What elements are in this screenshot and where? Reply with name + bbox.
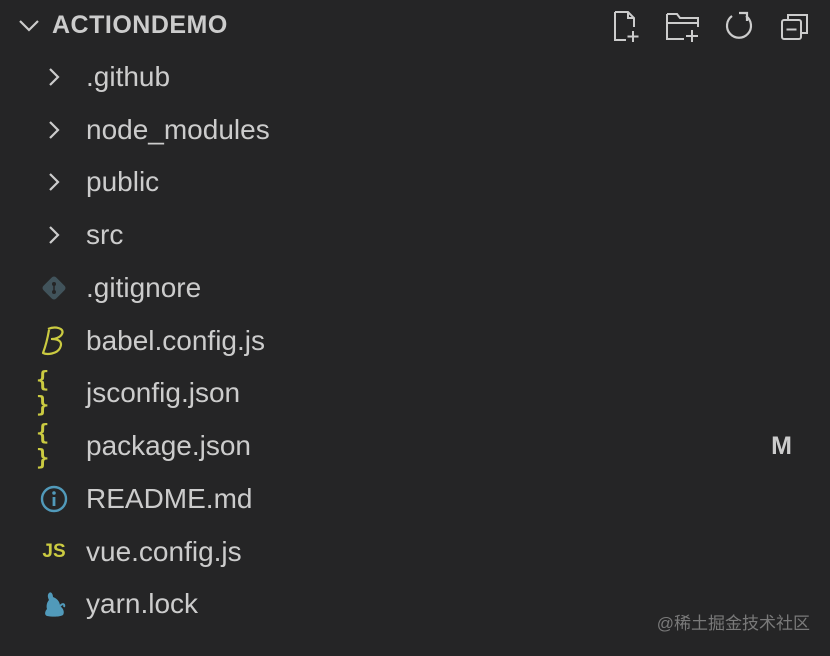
git-icon	[36, 271, 72, 305]
json-icon: { }	[36, 368, 72, 418]
yarn-icon	[36, 587, 72, 621]
tree-item-label: vue.config.js	[86, 536, 242, 567]
chevron-right-icon[interactable]	[36, 165, 72, 199]
json-icon: { }	[36, 421, 72, 471]
tree-item-jsconfig[interactable]: { } jsconfig.json	[0, 367, 830, 419]
js-icon: JS	[36, 535, 72, 569]
json-glyph: { }	[36, 368, 49, 418]
new-file-icon[interactable]	[607, 7, 645, 45]
tree-item-label: node_modules	[86, 114, 270, 145]
tree-item-label: jsconfig.json	[86, 377, 241, 408]
tree-item-label: README.md	[86, 483, 253, 514]
tree-item-label: .gitignore	[86, 272, 202, 303]
tree-item-label: yarn.lock	[86, 588, 199, 619]
chevron-down-icon[interactable]	[16, 13, 42, 39]
tree-item-public[interactable]: public	[0, 156, 830, 208]
git-modified-badge: M	[771, 432, 792, 460]
tree-item-package-json[interactable]: { } package.json M	[0, 420, 830, 472]
babel-icon	[36, 324, 72, 358]
tree-item-label: public	[86, 166, 160, 197]
tree-item-babel-config[interactable]: babel.config.js	[0, 315, 830, 367]
info-icon	[36, 482, 72, 516]
collapse-all-icon[interactable]	[776, 7, 814, 45]
explorer-header[interactable]: ACTIONDEMO	[0, 0, 830, 52]
tree-item-gitignore[interactable]: .gitignore	[0, 262, 830, 314]
tree-item-label: package.json	[86, 430, 252, 461]
chevron-right-icon[interactable]	[36, 113, 72, 147]
tree-item-readme[interactable]: README.md	[0, 473, 830, 525]
chevron-right-icon[interactable]	[36, 218, 72, 252]
js-glyph: JS	[42, 541, 66, 562]
tree-item-node-modules[interactable]: node_modules	[0, 104, 830, 156]
tree-item-label: src	[86, 219, 124, 250]
chevron-right-icon[interactable]	[36, 60, 72, 94]
explorer-title: ACTIONDEMO	[52, 11, 228, 39]
json-glyph: { }	[36, 421, 49, 471]
tree-item-label: babel.config.js	[86, 325, 266, 356]
tree-item-src[interactable]: src	[0, 209, 830, 261]
tree-item-vue-config[interactable]: JS vue.config.js	[0, 526, 830, 578]
tree-item-label: .github	[86, 61, 171, 92]
tree-item-github[interactable]: .github	[0, 51, 830, 103]
watermark: @稀土掘金技术社区	[656, 614, 810, 633]
refresh-icon[interactable]	[720, 7, 758, 45]
new-folder-icon[interactable]	[664, 7, 702, 45]
